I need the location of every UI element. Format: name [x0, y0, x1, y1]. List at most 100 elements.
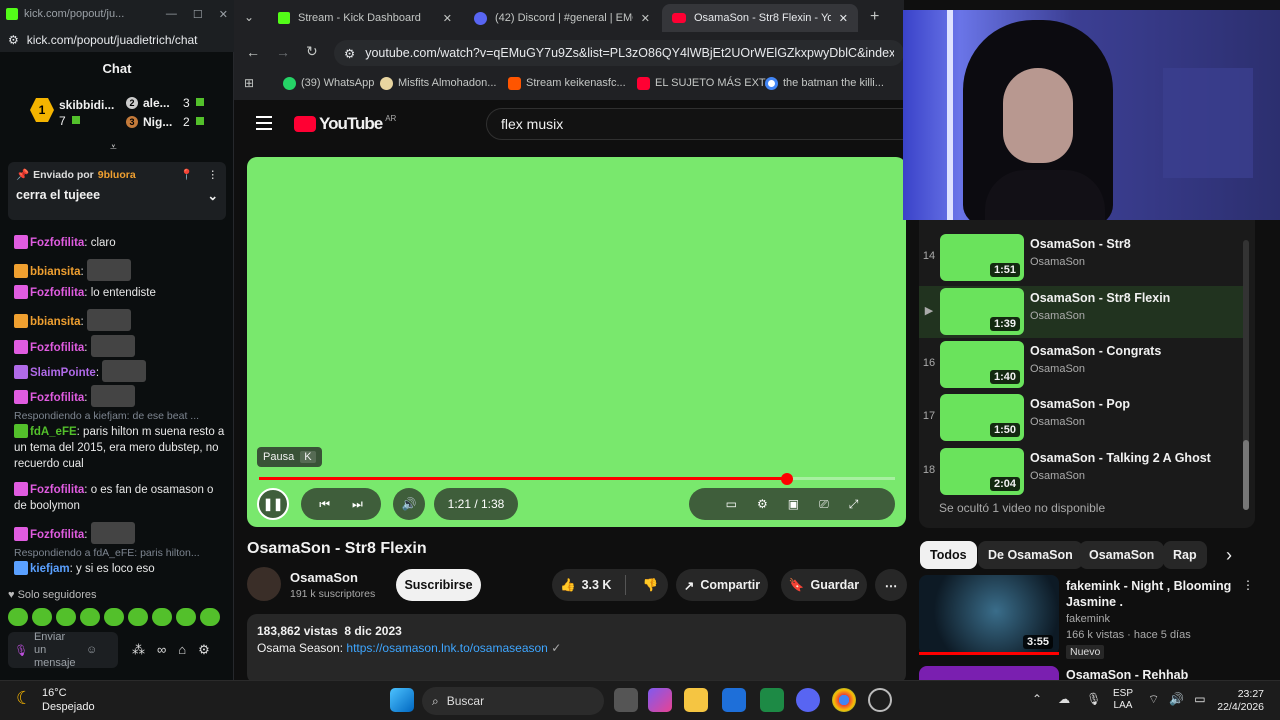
chrome-icon[interactable]: [832, 688, 856, 712]
chat-input[interactable]: 🎙 Enviar un mensaje ☺: [8, 631, 118, 669]
site-settings-icon[interactable]: ⚙: [8, 33, 19, 47]
chat-username[interactable]: Fozfofilita: [30, 342, 84, 354]
emoji-icon[interactable]: ☺: [86, 644, 97, 656]
playlist-thumbnail[interactable]: 2:04: [940, 448, 1024, 495]
pinned-by-user[interactable]: 9bluora: [98, 169, 136, 181]
chat-username[interactable]: Fozfofilita: [30, 484, 84, 496]
infinity-icon[interactable]: ∞: [157, 642, 166, 658]
chat-username[interactable]: bbiansita: [30, 266, 80, 278]
word-icon[interactable]: [722, 688, 746, 712]
dislike-button[interactable]: 👎: [642, 578, 658, 593]
emote[interactable]: [104, 608, 124, 626]
clock[interactable]: 23:27 22/4/2026: [1212, 688, 1264, 714]
share-button[interactable]: ↗ Compartir: [676, 569, 768, 601]
forward-icon[interactable]: →: [276, 44, 290, 60]
chat-username[interactable]: Fozfofilita: [30, 287, 84, 299]
subscribe-button[interactable]: Suscribirse: [396, 569, 481, 601]
emote[interactable]: [152, 608, 172, 626]
chat-users-icon[interactable]: ⁂: [132, 642, 145, 658]
playlist-thumbnail[interactable]: 1:51: [940, 234, 1024, 281]
scrubber-handle[interactable]: [780, 472, 793, 485]
menu-icon[interactable]: [256, 116, 272, 130]
emote[interactable]: [200, 608, 220, 626]
channel-name[interactable]: OsamaSon: [290, 570, 358, 585]
tab-discord[interactable]: (42) Discord | #general | EMOG... ✕: [464, 4, 660, 32]
fullscreen-icon[interactable]: ⤢: [849, 497, 859, 512]
bookmark-sujeto[interactable]: EL SUJETO MÁS EXT...: [637, 72, 774, 94]
tab-search-icon[interactable]: ⌄: [244, 10, 254, 24]
chat-username[interactable]: Fozfofilita: [30, 392, 84, 404]
settings-icon[interactable]: ⚙: [198, 642, 210, 658]
taskbar-search[interactable]: ⌕ Buscar: [422, 687, 604, 715]
progress-bar[interactable]: [259, 472, 895, 485]
bookmark-stream[interactable]: Stream keikenasfc...: [508, 72, 626, 94]
playlist-thumbnail[interactable]: 1:50: [940, 394, 1024, 441]
settings-icon[interactable]: ⚙: [757, 497, 768, 511]
store-icon[interactable]: ⌂: [178, 642, 186, 658]
chat-username[interactable]: fdA_eFE: [30, 426, 77, 438]
volume-button[interactable]: 🔊: [393, 488, 425, 520]
playlist-item[interactable]: 14 1:51 OsamaSon - Str8 OsamaSon: [919, 232, 1243, 284]
rec-thumbnail[interactable]: 3:55: [919, 575, 1059, 655]
close-tab-icon[interactable]: ✕: [839, 12, 848, 25]
cast-icon[interactable]: ⎚: [819, 497, 829, 512]
microphone-icon[interactable]: 🎙: [14, 644, 28, 657]
chat-username[interactable]: bbiansita: [30, 316, 80, 328]
excel-icon[interactable]: [760, 688, 784, 712]
chat-username[interactable]: Fozfofilita: [30, 237, 84, 249]
emote[interactable]: [176, 608, 196, 626]
emote[interactable]: [32, 608, 52, 626]
emote[interactable]: [8, 608, 28, 626]
reload-icon[interactable]: ↻: [306, 43, 318, 60]
discord-icon[interactable]: [796, 688, 820, 712]
close-tab-icon[interactable]: ✕: [443, 12, 452, 25]
chevron-up-icon[interactable]: ⌃: [1032, 692, 1042, 706]
description-box[interactable]: 183,862 vistas 8 dic 2023 Osama Season: …: [247, 614, 906, 684]
task-view-icon[interactable]: [614, 688, 638, 712]
apps-icon[interactable]: ⊞: [244, 76, 254, 90]
leader-2-name[interactable]: ale...: [143, 96, 170, 110]
back-icon[interactable]: ←: [246, 44, 260, 60]
copilot-icon[interactable]: [648, 688, 672, 712]
new-tab-icon[interactable]: +: [870, 8, 879, 26]
leader-3-name[interactable]: Nig...: [143, 115, 172, 129]
playlist-item[interactable]: 17 1:50 OsamaSon - Pop OsamaSon: [919, 392, 1243, 444]
tab-youtube[interactable]: OsamaSon - Str8 Flexin - Yo... ✕: [662, 4, 858, 32]
unpin-icon[interactable]: 📍: [180, 168, 193, 181]
network-tray-icon[interactable]: ☁: [1058, 692, 1070, 706]
more-options-icon[interactable]: ⋮: [208, 169, 219, 181]
search-input[interactable]: flex musix: [486, 108, 904, 140]
youtube-logo[interactable]: YouTube AR: [294, 114, 396, 134]
more-actions-button[interactable]: ⋯: [875, 569, 907, 601]
chevron-down-icon[interactable]: ⌄: [208, 188, 218, 203]
minimize-icon[interactable]: —: [166, 8, 177, 20]
address-bar[interactable]: ⚙ youtube.com/watch?v=qEMuGY7u9Zs&list=P…: [334, 40, 904, 66]
playlist-item[interactable]: 16 1:40 OsamaSon - Congrats OsamaSon: [919, 339, 1243, 391]
video-player[interactable]: Pausa K ❚❚ ⏮ ⏭ 🔊 1:21 / 1:38 ▭ ⚙ ▣ ⎚ ⤢: [247, 157, 906, 527]
rec-more-icon[interactable]: ⋮: [1242, 578, 1254, 592]
emote[interactable]: [56, 608, 76, 626]
chip-de-osamason[interactable]: De OsamaSon: [978, 541, 1083, 569]
maximize-icon[interactable]: ☐: [193, 8, 203, 21]
chat-username[interactable]: SlaimPointe: [30, 367, 96, 379]
rec-channel[interactable]: fakemink: [1066, 613, 1110, 625]
chevron-right-icon[interactable]: ›: [1226, 545, 1232, 566]
chip-todos[interactable]: Todos: [920, 541, 977, 569]
obs-icon[interactable]: [868, 688, 892, 712]
playlist-item[interactable]: 18 2:04 OsamaSon - Talking 2 A Ghost OsamaS…: [919, 446, 1243, 498]
description-link[interactable]: https://osamason.lnk.to/osamaseason: [346, 641, 547, 655]
playlist-scrollbar[interactable]: [1243, 240, 1249, 510]
bookmark-misfits[interactable]: Misfits Almohadon...: [380, 72, 496, 94]
close-tab-icon[interactable]: ✕: [641, 12, 650, 25]
channel-avatar[interactable]: [247, 567, 281, 601]
language-indicator[interactable]: ESP LAA: [1113, 688, 1133, 712]
chat-username[interactable]: Fozfofilita: [30, 529, 84, 541]
previous-icon[interactable]: ⏮: [319, 497, 330, 512]
playlist-thumbnail[interactable]: 1:39: [940, 288, 1024, 335]
theater-mode-icon[interactable]: ▣: [788, 497, 799, 511]
bookmark-whatsapp[interactable]: (39) WhatsApp: [283, 72, 374, 94]
kick-urlbar[interactable]: ⚙ kick.com/popout/juadietrich/chat: [0, 28, 234, 52]
next-icon[interactable]: ⏭: [352, 497, 363, 512]
system-tray[interactable]: ⌔ 🔊 ▭: [1148, 692, 1206, 707]
start-icon[interactable]: [390, 688, 414, 712]
